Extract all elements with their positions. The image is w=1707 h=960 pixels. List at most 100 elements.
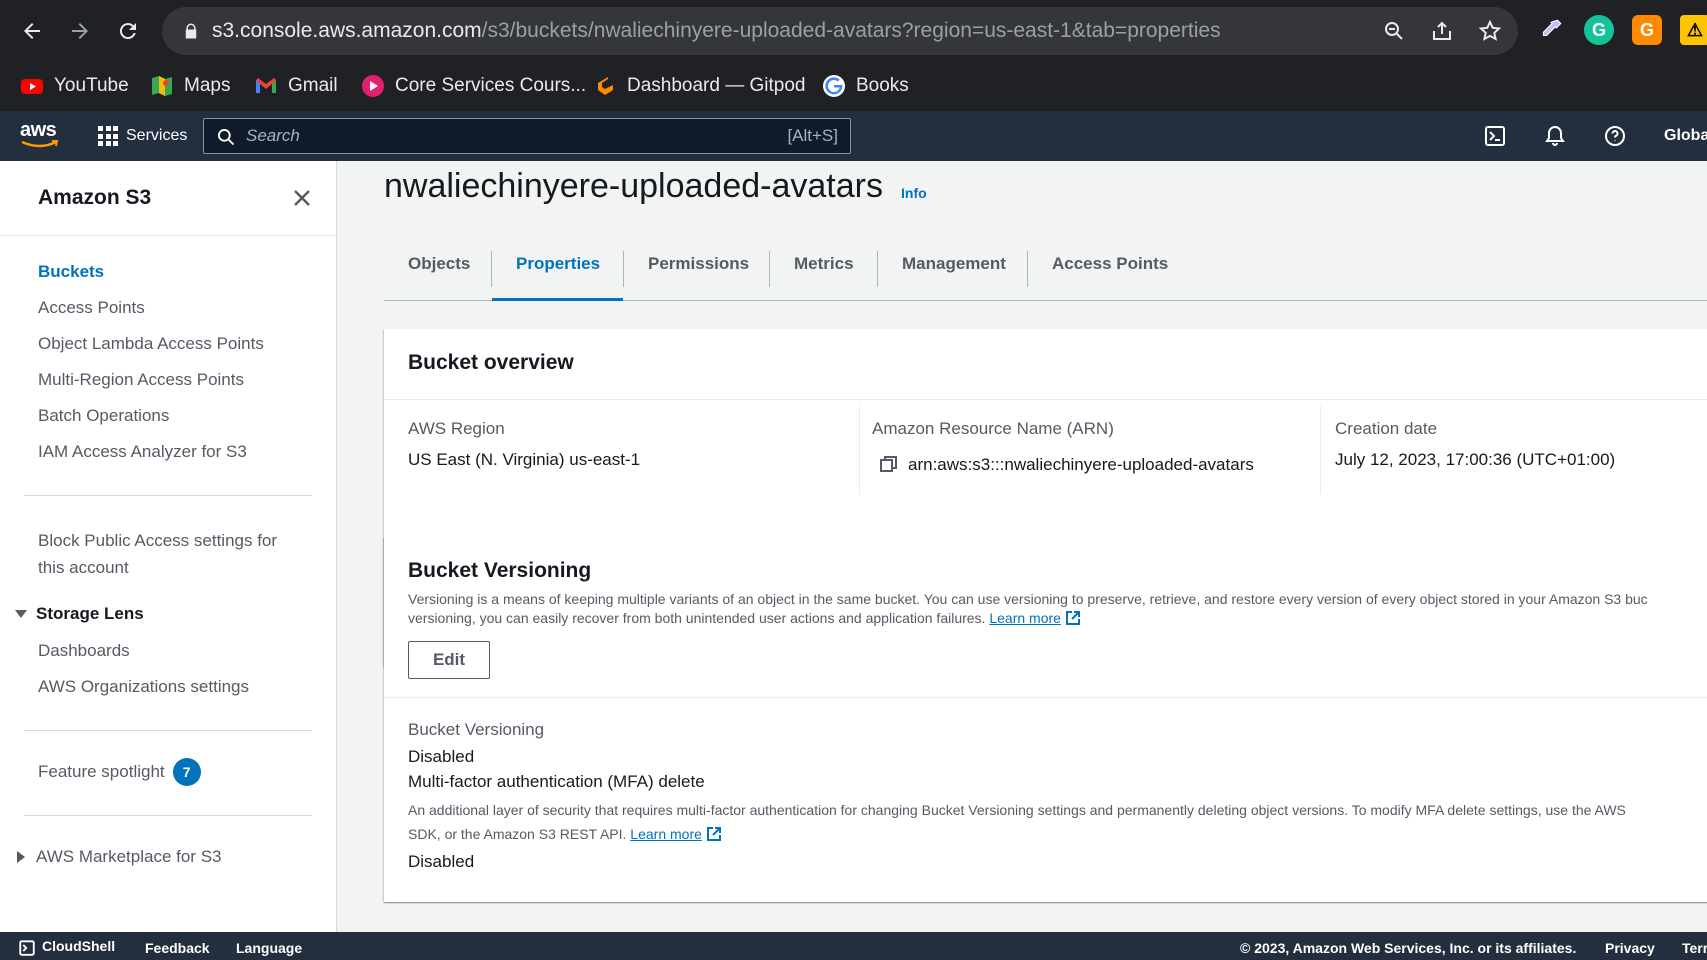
- close-icon[interactable]: [290, 186, 314, 210]
- mfa-learn-more-link[interactable]: Learn more: [630, 826, 702, 842]
- info-link[interactable]: Info: [901, 185, 927, 201]
- forward-icon[interactable]: [62, 13, 98, 49]
- aws-search-input[interactable]: Search [Alt+S]: [203, 118, 851, 154]
- feature-spotlight-count-badge: 7: [172, 758, 201, 786]
- sidebar-item-feature-spotlight[interactable]: Feature spotlight 7: [38, 758, 201, 786]
- search-shortcut: [Alt+S]: [787, 126, 838, 145]
- sidebar-item-block-public-access[interactable]: Block Public Access settings for this ac…: [38, 527, 277, 581]
- sidebar-item-iam-access-analyzer[interactable]: IAM Access Analyzer for S3: [38, 442, 247, 462]
- arn-value: arn:aws:s3:::nwaliechinyere-uploaded-ava…: [908, 455, 1254, 474]
- address-bar[interactable]: s3.console.aws.amazon.com/s3/buckets/nwa…: [162, 7, 1518, 55]
- share-icon[interactable]: [1428, 17, 1456, 45]
- bucket-versioning-title: Bucket Versioning: [408, 559, 592, 582]
- gitpod-extension-icon[interactable]: G: [1632, 15, 1662, 45]
- bookmark-label: Dashboard — Gitpod: [627, 75, 806, 96]
- zoom-icon[interactable]: [1380, 17, 1408, 45]
- google-icon: [822, 74, 846, 98]
- bookmark-gmail[interactable]: Gmail: [254, 70, 338, 102]
- footer-feedback[interactable]: Feedback: [145, 932, 210, 960]
- external-link-icon: [706, 827, 721, 841]
- bookmark-label: Maps: [184, 75, 231, 96]
- feature-spotlight-label: Feature spotlight: [38, 762, 165, 781]
- reload-icon[interactable]: [110, 13, 146, 49]
- storage-lens-label: Storage Lens: [36, 604, 144, 623]
- tab-objects[interactable]: Objects: [384, 241, 494, 301]
- url-text: s3.console.aws.amazon.com/s3/buckets/nwa…: [212, 7, 1221, 55]
- mfa-description-text: SDK, or the Amazon S3 REST API.: [408, 826, 627, 842]
- back-icon[interactable]: [14, 13, 50, 49]
- sidebar-divider: [24, 495, 312, 496]
- block-public-access-line1: Block Public Access settings for: [38, 531, 278, 550]
- versioning-description-line2: versioning, you can easily recover from …: [408, 608, 1081, 628]
- sidebar-item-batch-operations[interactable]: Batch Operations: [38, 406, 169, 426]
- sidebar-section-storage-lens[interactable]: Storage Lens: [14, 604, 144, 624]
- aws-smile-icon: [21, 140, 59, 148]
- maps-icon: [150, 74, 174, 98]
- bookmark-core-services[interactable]: Core Services Cours...: [361, 70, 586, 102]
- warning-extension-icon[interactable]: ⚠: [1680, 15, 1707, 45]
- bookmark-books[interactable]: Books: [822, 70, 909, 102]
- creation-date-value: July 12, 2023, 17:00:36 (UTC+01:00): [1335, 450, 1616, 469]
- footer-cloudshell[interactable]: CloudShell: [18, 932, 115, 960]
- bookmark-star-icon[interactable]: [1476, 17, 1504, 45]
- tab-properties[interactable]: Properties: [492, 241, 623, 301]
- aws-logo[interactable]: aws: [20, 119, 62, 153]
- block-public-access-line2: this account: [38, 558, 129, 577]
- sidebar-section-marketplace[interactable]: AWS Marketplace for S3: [14, 847, 222, 867]
- tab-metrics[interactable]: Metrics: [770, 241, 878, 301]
- caret-right-icon: [17, 851, 25, 863]
- mfa-delete-label: Multi-factor authentication (MFA) delete: [408, 772, 705, 791]
- search-icon: [218, 129, 235, 146]
- cloudshell-icon[interactable]: [1481, 122, 1509, 150]
- url-path: /s3/buckets/nwaliechinyere-uploaded-avat…: [481, 19, 1221, 42]
- sidebar-item-access-points[interactable]: Access Points: [38, 298, 145, 318]
- bookmark-youtube[interactable]: YouTube: [20, 70, 129, 102]
- sidebar-item-object-lambda-access-points[interactable]: Object Lambda Access Points: [38, 334, 264, 354]
- page-title: nwaliechinyere-uploaded-avatars: [384, 167, 883, 205]
- tab-permissions[interactable]: Permissions: [624, 241, 773, 301]
- cloudshell-icon: [19, 940, 35, 956]
- sidebar-item-multi-region-access-points[interactable]: Multi-Region Access Points: [38, 370, 244, 390]
- footer-privacy[interactable]: Privacy: [1605, 932, 1655, 960]
- services-button[interactable]: Services: [98, 123, 187, 149]
- gmail-icon: [254, 74, 278, 98]
- browser-chrome: s3.console.aws.amazon.com/s3/buckets/nwa…: [0, 0, 1707, 111]
- bookmarks-bar: YouTube Maps Gmail Core Services Cours..…: [0, 62, 1707, 111]
- aws-top-nav: aws Services Search [Alt+S] Global: [0, 111, 1707, 161]
- versioning-description-text: versioning, you can easily recover from …: [408, 610, 986, 626]
- sidebar-header-divider: [0, 235, 336, 236]
- bucket-overview-title: Bucket overview: [408, 351, 574, 374]
- bookmark-label: Core Services Cours...: [395, 75, 587, 96]
- sidebar-item-buckets[interactable]: Buckets: [38, 262, 104, 282]
- bucket-tabs: Objects Properties Permissions Metrics M…: [384, 241, 1707, 301]
- versioning-status-value: Disabled: [408, 747, 475, 766]
- copy-icon[interactable]: [880, 455, 898, 473]
- footer-terms[interactable]: Terr: [1682, 932, 1707, 960]
- arn-label: Amazon Resource Name (ARN): [872, 419, 1114, 438]
- gitpod-icon: [593, 74, 617, 98]
- youtube-icon: [20, 74, 44, 98]
- region-selector[interactable]: Global: [1664, 111, 1707, 161]
- learn-more-link[interactable]: Learn more: [989, 610, 1061, 626]
- sidebar-item-dashboards[interactable]: Dashboards: [38, 641, 130, 661]
- column-separator: [1320, 406, 1321, 494]
- bookmark-maps[interactable]: Maps: [150, 70, 230, 102]
- edit-button[interactable]: Edit: [408, 641, 490, 679]
- grammarly-icon[interactable]: G: [1584, 15, 1614, 45]
- main-content: nwaliechinyere-uploaded-avatars Info Obj…: [337, 161, 1707, 932]
- s3-sidebar: Amazon S3 Buckets Access Points Object L…: [0, 161, 337, 932]
- tab-management[interactable]: Management: [878, 241, 1030, 301]
- notifications-bell-icon[interactable]: [1541, 122, 1569, 150]
- tab-access-points[interactable]: Access Points: [1028, 241, 1192, 301]
- help-icon[interactable]: [1601, 122, 1629, 150]
- footer-language[interactable]: Language: [236, 932, 302, 960]
- bookmark-gitpod[interactable]: Dashboard — Gitpod: [593, 70, 806, 102]
- core-services-icon: [361, 74, 385, 98]
- sidebar-item-aws-organizations-settings[interactable]: AWS Organizations settings: [38, 677, 249, 697]
- eyedropper-extension-icon[interactable]: [1536, 15, 1566, 45]
- column-separator: [859, 406, 860, 494]
- sidebar-title: Amazon S3: [38, 186, 152, 209]
- search-placeholder: Search: [246, 126, 300, 145]
- services-label: Services: [126, 127, 188, 144]
- aws-logo-text: aws: [20, 119, 57, 141]
